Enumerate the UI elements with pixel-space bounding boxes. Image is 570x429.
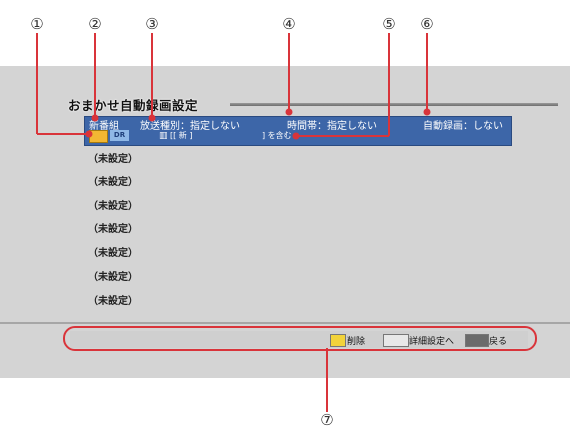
callout-5: ⑤ (382, 15, 396, 33)
rule-row-empty[interactable]: （未設定） (88, 268, 138, 283)
rule-row-empty[interactable]: （未設定） (88, 244, 138, 259)
footer-divider (0, 322, 570, 324)
callout-7: ⑦ (320, 411, 334, 429)
callout-4: ④ (282, 15, 296, 33)
trash-icon: ▥ (159, 131, 168, 141)
rule-row-empty[interactable]: （未設定） (88, 220, 138, 235)
callout-2: ② (88, 15, 102, 33)
rule-row-empty[interactable]: （未設定） (88, 173, 138, 188)
rule-row-empty[interactable]: （未設定） (88, 292, 138, 307)
page-title: おまかせ自動録画設定 (68, 98, 199, 113)
footer-bar (70, 331, 528, 348)
dr-mode-badge: DR (110, 130, 129, 141)
broadcast-icon (89, 130, 108, 143)
back-button[interactable]: 戻る (489, 334, 507, 347)
title-underline (230, 103, 558, 106)
rule-row-empty[interactable]: （未設定） (88, 197, 138, 212)
time-slot: 時間帯：指定しない (287, 121, 377, 132)
detail-key-icon (383, 334, 409, 347)
callout-3: ③ (145, 15, 159, 33)
rule-row-empty[interactable]: （未設定） (88, 150, 138, 165)
callout-1: ① (30, 15, 44, 33)
callout-6: ⑥ (420, 15, 434, 33)
yellow-key-icon (330, 334, 346, 347)
keyword-open: [[ 新 ] (170, 131, 193, 140)
detail-settings-button[interactable]: 詳細設定へ (409, 334, 454, 347)
keyword-close: ] を含む (262, 131, 292, 140)
auto-record-status: 自動録画：しない (423, 121, 503, 132)
delete-button[interactable]: 削除 (347, 334, 365, 347)
back-key-icon (465, 334, 489, 347)
